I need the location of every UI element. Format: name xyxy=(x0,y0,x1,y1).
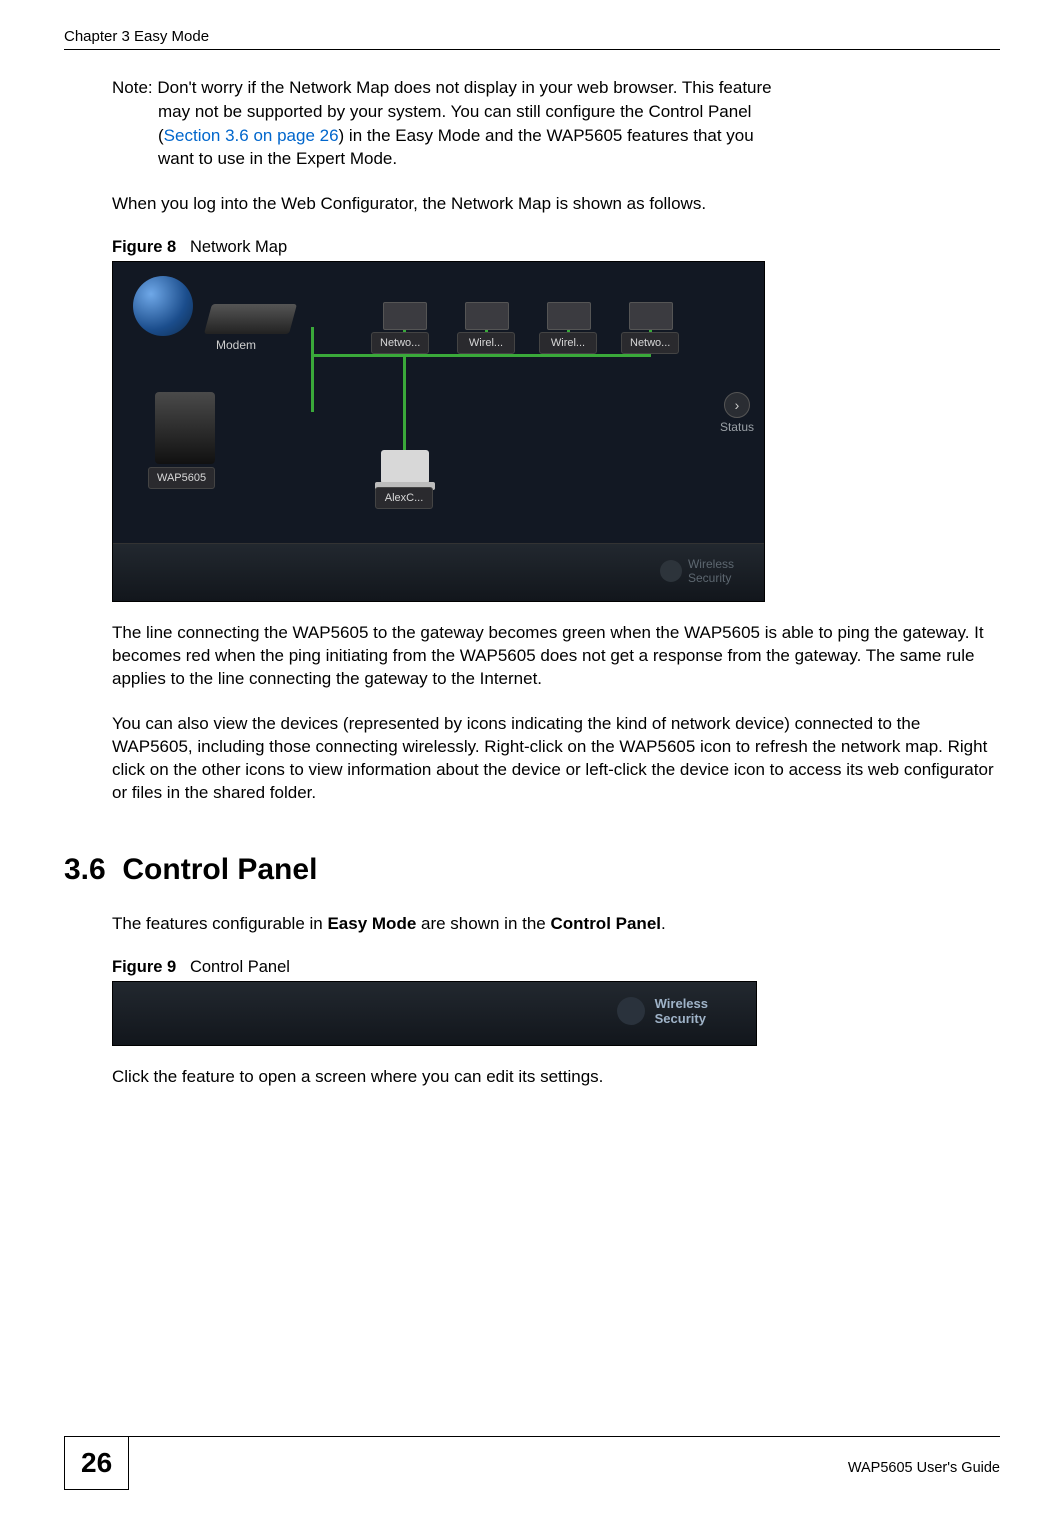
device-label: Wirel... xyxy=(539,332,597,354)
status-label: Status xyxy=(720,420,754,434)
device-label: Wirel... xyxy=(457,332,515,354)
device-icon xyxy=(629,302,673,330)
bottom-bar: WirelessSecurity xyxy=(113,543,764,601)
device-label: Netwo... xyxy=(371,332,429,354)
cp-intro-post: . xyxy=(661,914,666,933)
device-icon xyxy=(465,302,509,330)
wireless-line2: Security xyxy=(655,1011,706,1026)
connection-line xyxy=(311,327,314,412)
cp-intro-mid: are shown in the xyxy=(416,914,550,933)
footer-guide-title: WAP5605 User's Guide xyxy=(848,1452,1000,1476)
wireless-security-button: Wireless Security xyxy=(617,996,708,1027)
wap-device-icon xyxy=(155,392,215,464)
modem-label: Modem xyxy=(216,338,256,352)
section-heading-3-6: 3.6 Control Panel xyxy=(64,853,1000,887)
wifi-icon xyxy=(660,560,682,582)
figure9-caption: Figure 9 Control Panel xyxy=(112,958,1000,977)
wap-label: WAP5605 xyxy=(148,467,215,489)
globe-icon xyxy=(133,276,193,336)
status-button: › Status xyxy=(720,392,754,434)
control-panel-after-paragraph: Click the feature to open a screen where… xyxy=(112,1066,1000,1089)
paragraph-after-fig8-2: You can also view the devices (represent… xyxy=(112,713,1000,805)
note-line2: may not be supported by your system. You… xyxy=(158,102,751,121)
figure8-caption: Figure 8 Network Map xyxy=(112,238,1000,257)
cp-intro-pre: The features configurable in xyxy=(112,914,327,933)
note-line4: want to use in the Expert Mode. xyxy=(158,149,397,168)
wireless-security-indicator: WirelessSecurity xyxy=(660,557,734,585)
network-map-figure: Modem WAP5605 Netwo... Wirel... Wirel...… xyxy=(112,261,765,602)
control-panel-intro: The features configurable in Easy Mode a… xyxy=(112,913,1000,936)
section-number: 3.6 xyxy=(64,853,106,886)
note-line1: Don't worry if the Network Map does not … xyxy=(157,78,771,97)
figure8-label: Figure 8 xyxy=(112,238,176,256)
laptop-label: AlexC... xyxy=(375,487,433,509)
cp-intro-bold2: Control Panel xyxy=(550,914,661,933)
wireless-line1: Wireless xyxy=(655,996,708,1011)
device-icon xyxy=(383,302,427,330)
chevron-right-icon: › xyxy=(724,392,750,418)
page-footer: 26 WAP5605 User's Guide xyxy=(64,1436,1000,1490)
note-line3-post: ) in the Easy Mode and the WAP5605 featu… xyxy=(339,126,754,145)
figure9-label: Figure 9 xyxy=(112,958,176,976)
connection-line xyxy=(403,357,406,452)
note-prefix: Note: xyxy=(112,78,157,97)
paragraph-after-fig8-1: The line connecting the WAP5605 to the g… xyxy=(112,622,1000,691)
note-link[interactable]: Section 3.6 on page 26 xyxy=(164,126,339,145)
section-title: Control Panel xyxy=(122,853,317,886)
connection-line xyxy=(311,354,651,357)
cp-intro-bold1: Easy Mode xyxy=(327,914,416,933)
page-number: 26 xyxy=(64,1437,129,1490)
figure8-title: Network Map xyxy=(190,238,287,256)
modem-icon xyxy=(204,304,297,334)
laptop-icon xyxy=(381,450,429,484)
device-label: Netwo... xyxy=(621,332,679,354)
intro-paragraph: When you log into the Web Configurator, … xyxy=(112,193,1000,216)
note-block: Note: Don't worry if the Network Map doe… xyxy=(112,76,1000,171)
device-icon xyxy=(547,302,591,330)
wifi-icon xyxy=(617,997,645,1025)
figure9-title: Control Panel xyxy=(190,958,290,976)
control-panel-figure: Wireless Security xyxy=(112,981,757,1046)
page-header: Chapter 3 Easy Mode xyxy=(64,28,1000,50)
